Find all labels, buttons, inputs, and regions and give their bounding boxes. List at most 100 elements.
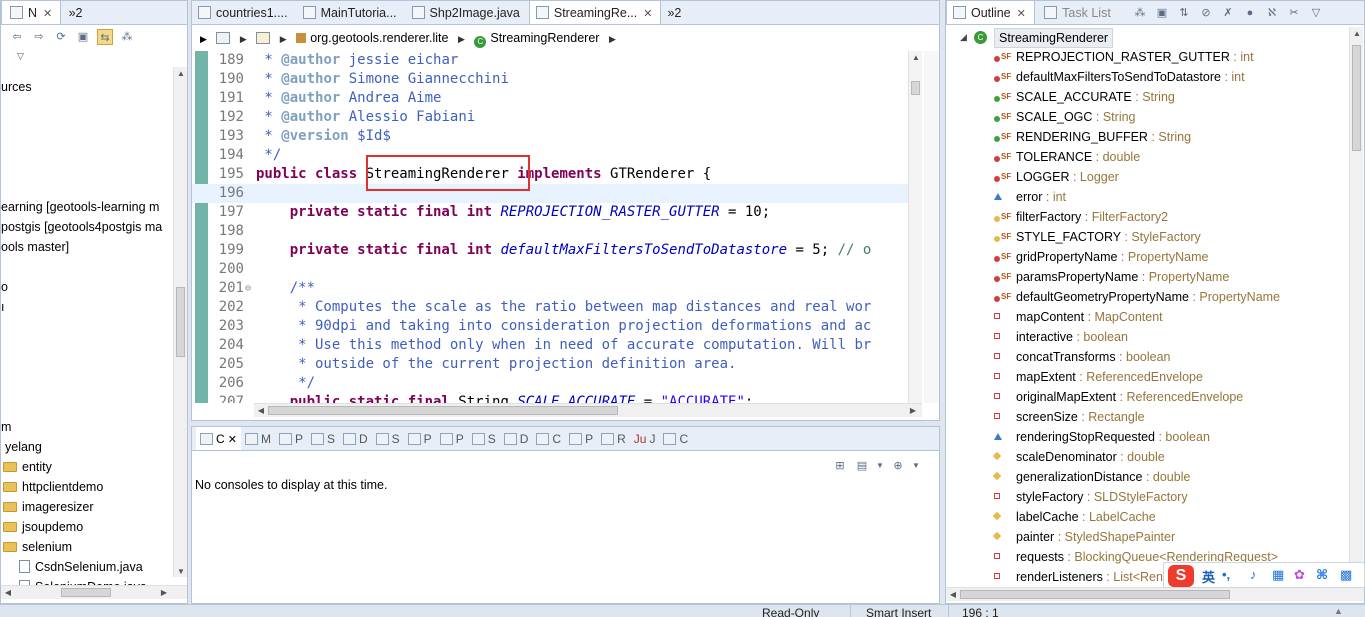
scroll-up-icon[interactable]: ▲ <box>909 51 923 65</box>
outline-member[interactable]: SF REPROJECTION_RASTER_GUTTER : int <box>946 47 1346 67</box>
console-view-tab[interactable]: S <box>372 427 404 450</box>
scroll-up-icon[interactable]: ▲ <box>174 67 187 81</box>
tab-overflow[interactable]: »2 <box>65 1 92 24</box>
explorer-vertical-scrollbar[interactable]: ▲ ▼ <box>173 67 187 577</box>
console-view-tab[interactable]: C <box>532 427 565 450</box>
explorer-horizontal-scrollbar[interactable]: ◀ ▶ <box>1 585 187 599</box>
tree-item[interactable]: jsoupdemo <box>3 517 83 537</box>
scroll-left-icon[interactable]: ◀ <box>1 586 15 600</box>
console-view-tab[interactable]: C <box>659 427 692 450</box>
outline-horizontal-scrollbar[interactable]: ◀ <box>946 587 1364 601</box>
scroll-right-icon[interactable]: ▶ <box>906 404 920 418</box>
outline-member[interactable]: SF SCALE_ACCURATE : String <box>946 87 1346 107</box>
breadcrumb-class[interactable]: StreamingRenderer <box>490 31 599 45</box>
scroll-left-icon[interactable]: ◀ <box>946 588 960 602</box>
open-console-chevron-icon[interactable]: ▼ <box>912 458 920 474</box>
tree-item[interactable]: earning [geotools-learning m <box>1 197 159 217</box>
scroll-right-icon[interactable]: ▶ <box>157 586 171 600</box>
outline-member[interactable]: originalMapExtent : ReferencedEnvelope <box>946 387 1346 407</box>
collapse-all-icon[interactable]: ▣ <box>75 29 91 45</box>
tab-outline[interactable]: Outline ✕ <box>946 1 1035 24</box>
outline-member[interactable]: SF SCALE_OGC : String <box>946 107 1346 127</box>
outline-member[interactable]: SF defaultMaxFiltersToSendToDatastore : i… <box>946 67 1346 87</box>
toolbox-icon[interactable]: ▩ <box>1340 567 1352 583</box>
hide-local-types-icon[interactable]: ℵ <box>1264 5 1280 21</box>
close-icon[interactable]: ✕ <box>1017 8 1026 20</box>
console-view-tab[interactable]: C ✕ <box>196 427 241 450</box>
up-folder-icon[interactable]: ⟳ <box>53 29 69 45</box>
editor-vertical-scrollbar[interactable]: ▲ <box>908 51 922 403</box>
tree-item[interactable]: CsdnSelenium.java <box>19 557 143 577</box>
outline-member[interactable]: styleFactory : SLDStyleFactory <box>946 487 1346 507</box>
link-editor-icon[interactable]: ✂ <box>1286 5 1302 21</box>
outline-member[interactable]: SF paramsPropertyName : PropertyName <box>946 267 1346 287</box>
scroll-up-icon[interactable]: ▲ <box>1350 27 1364 41</box>
console-view-tab[interactable]: P <box>565 427 597 450</box>
collapse-triangle-icon[interactable]: ◢ <box>960 27 967 47</box>
tab-package-explorer[interactable]: N ✕ <box>1 1 62 24</box>
skin-icon[interactable]: ✿ <box>1294 567 1305 583</box>
back-arrow-icon[interactable]: ⇦ <box>9 29 25 45</box>
close-icon[interactable]: ✕ <box>643 8 652 20</box>
tab-task-list[interactable]: Task List <box>1038 1 1120 24</box>
source-folder-icon[interactable] <box>256 32 271 44</box>
scroll-thumb[interactable] <box>176 287 185 357</box>
outline-vertical-scrollbar[interactable]: ▲ <box>1349 27 1363 585</box>
outline-member[interactable]: painter : StyledShapePainter <box>946 527 1346 547</box>
overview-ruler[interactable] <box>924 51 939 403</box>
view-menu-chevron-icon[interactable]: ▽ <box>17 51 24 62</box>
scroll-left-icon[interactable]: ◀ <box>254 404 268 418</box>
outline-member[interactable]: SF LOGGER : Logger <box>946 167 1346 187</box>
project-icon[interactable] <box>216 32 231 44</box>
tree-item[interactable]: httpclientdemo <box>3 477 103 497</box>
console-view-tab[interactable]: D <box>339 427 372 450</box>
link-editor-icon[interactable]: ⇆ <box>97 29 113 45</box>
console-view-tab[interactable]: Ju J <box>630 427 660 450</box>
view-menu-icon[interactable]: ▽ <box>1308 5 1324 21</box>
tree-item[interactable]: yelang <box>5 437 42 457</box>
outline-member[interactable]: mapContent : MapContent <box>946 307 1346 327</box>
pin-console-icon[interactable]: ⊞ <box>832 458 848 474</box>
scroll-thumb[interactable] <box>1352 45 1361 151</box>
close-icon[interactable]: ✕ <box>225 434 237 446</box>
outline-member[interactable]: generalizationDistance : double <box>946 467 1346 487</box>
sort-icon[interactable]: ⇅ <box>1176 5 1192 21</box>
outline-member[interactable]: mapExtent : ReferencedEnvelope <box>946 367 1346 387</box>
console-view-tab[interactable]: P <box>436 427 468 450</box>
outline-member[interactable]: SF filterFactory : FilterFactory2 <box>946 207 1346 227</box>
microphone-icon[interactable]: ♪ <box>1250 567 1257 582</box>
scroll-thumb[interactable] <box>61 588 111 597</box>
console-view-tab[interactable]: P <box>275 427 307 450</box>
collapse-all-icon[interactable]: ▣ <box>1154 5 1170 21</box>
breadcrumb-package[interactable]: org.geotools.renderer.lite <box>310 31 448 45</box>
editor-tab[interactable]: countries1.... <box>192 1 297 24</box>
fold-icon[interactable]: ⊖ <box>245 279 251 298</box>
outline-member[interactable]: scaleDenominator : double <box>946 447 1346 467</box>
scroll-down-icon[interactable]: ▼ <box>174 565 187 579</box>
tree-item[interactable]: entity <box>3 457 52 477</box>
console-view-tab[interactable]: S <box>307 427 339 450</box>
scroll-thumb[interactable] <box>268 406 618 415</box>
code-editor[interactable]: 189 * @author jessie eichar 190 * @author… <box>192 51 939 403</box>
close-icon[interactable]: ✕ <box>43 8 52 20</box>
game-icon[interactable]: ⌘ <box>1316 567 1328 583</box>
tree-item[interactable]: ools master] <box>1 237 69 257</box>
outline-member[interactable]: concatTransforms : boolean <box>946 347 1346 367</box>
ime-language[interactable]: 英 <box>1202 567 1215 586</box>
keyboard-icon[interactable]: ▦ <box>1272 567 1284 583</box>
editor-tab[interactable]: StreamingRe... ✕ <box>528 1 662 24</box>
scroll-thumb[interactable] <box>911 81 920 95</box>
status-insert-mode[interactable]: Smart Insert <box>866 606 931 617</box>
view-menu-icon[interactable]: ⁂ <box>119 29 135 45</box>
tree-item[interactable]: o <box>1 277 8 297</box>
tree-item[interactable]: urces <box>1 77 32 97</box>
editor-tab[interactable]: Shp2Image.java <box>406 1 529 24</box>
group-icon[interactable]: ⁂ <box>1132 5 1148 21</box>
scroll-thumb[interactable] <box>960 590 1230 599</box>
hide-nonpublic-icon[interactable]: ● <box>1242 5 1258 21</box>
editor-horizontal-scrollbar[interactable]: ◀ ▶ <box>254 403 922 417</box>
outline-member[interactable]: SF RENDERING_BUFFER : String <box>946 127 1346 147</box>
outline-member[interactable]: labelCache : LabelCache <box>946 507 1346 527</box>
editor-tab-overflow[interactable]: »2 <box>661 1 690 24</box>
ime-logo[interactable]: S <box>1168 565 1194 587</box>
